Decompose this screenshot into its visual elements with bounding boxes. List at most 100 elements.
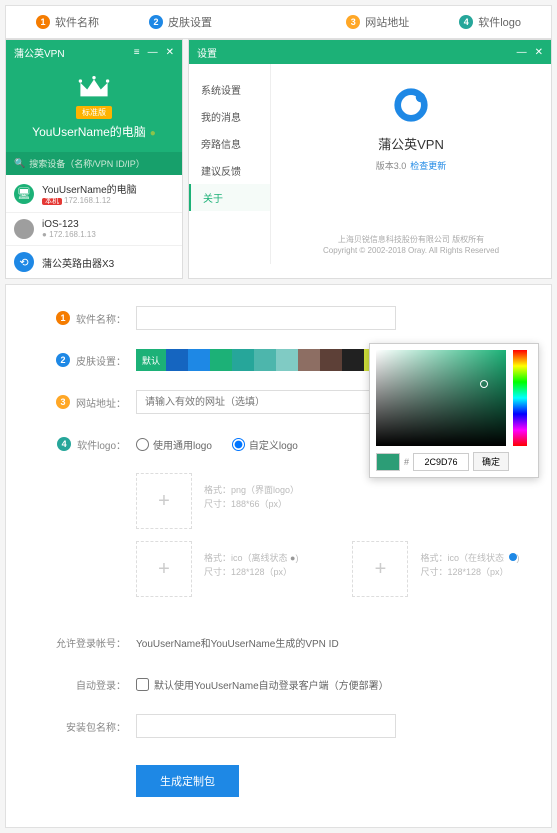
window-title: 蒲公英VPN [14, 45, 65, 60]
online-dot-icon [509, 553, 517, 561]
legend-label: 软件logo [478, 14, 521, 30]
window-title: 设置 [197, 45, 217, 60]
offline-dot-icon: ● [290, 553, 295, 563]
swatch[interactable] [320, 349, 342, 371]
software-name-input[interactable] [136, 306, 396, 330]
num-1-icon: 1 [36, 15, 50, 29]
row-allow-account: 允许登录帐号： YouUserName和YouUserName生成的VPN ID [36, 629, 521, 655]
generate-package-button[interactable]: 生成定制包 [136, 765, 239, 797]
legend-item-3: 3 网站地址 [346, 14, 409, 30]
device-name: 蒲公英路由器X3 [42, 255, 114, 270]
minimize-icon[interactable]: — [148, 47, 158, 58]
swatch-default[interactable]: 默认 [136, 349, 166, 371]
settings-window: 设置 — ✕ 系统设置 我的消息 旁路信息 建议反馈 关于 蒲公英VPN 版本3… [188, 39, 552, 279]
menu-icon[interactable]: ≡ [134, 47, 140, 58]
legend-item-4: 4 软件logo [459, 14, 521, 30]
picker-confirm-button[interactable]: 确定 [473, 452, 509, 471]
row-software-name: 1软件名称： [36, 305, 521, 331]
device-ios-icon [14, 219, 34, 239]
num-1-icon: 1 [56, 311, 70, 325]
upload-offline-hint: 格式：ico（离线状态 ●)尺寸：128*128（px） [204, 541, 298, 597]
device-ip: ● 172.168.1.13 [42, 230, 96, 239]
vpn-main-window: 蒲公英VPN ≡ — ✕ 标准版 YouUserName的电脑● 🔍 搜索设备（… [5, 39, 183, 279]
menu-item-about[interactable]: 关于 [189, 184, 270, 211]
swatch[interactable] [166, 349, 188, 371]
swatch[interactable] [188, 349, 210, 371]
device-name: YouUserName的电脑 [42, 181, 137, 196]
menu-item-messages[interactable]: 我的消息 [189, 103, 270, 130]
num-2-icon: 2 [56, 353, 70, 367]
legend-label: 网站地址 [365, 14, 409, 30]
upload-ico-offline[interactable]: + [136, 541, 192, 597]
row-auto-login: 自动登录： 默认使用YouUserName自动登录客户端（方便部署） [36, 671, 521, 697]
swatch[interactable] [210, 349, 232, 371]
saturation-field[interactable] [376, 350, 506, 446]
legend-label: 软件名称 [55, 14, 99, 30]
legend-item-1: 1 软件名称 [36, 14, 99, 30]
customize-form: 1软件名称： 2皮肤设置： 默认 3网站地址： [5, 284, 552, 828]
swatch[interactable] [232, 349, 254, 371]
hex-input[interactable] [413, 453, 469, 471]
window-controls: ≡ — ✕ [134, 47, 174, 58]
upload-png[interactable]: + [136, 473, 192, 529]
swatch[interactable] [298, 349, 320, 371]
num-3-icon: 3 [56, 395, 70, 409]
current-color-swatch [376, 453, 400, 471]
window-controls: — ✕ [517, 47, 543, 58]
swatch[interactable] [254, 349, 276, 371]
menu-item-system[interactable]: 系统设置 [189, 76, 270, 103]
minimize-icon[interactable]: — [517, 47, 527, 58]
legend-item-2: 2 皮肤设置 [149, 14, 212, 30]
search-icon: 🔍 [14, 158, 25, 169]
radio-custom-logo[interactable]: 自定义logo [232, 437, 298, 452]
edition-badge: 标准版 [76, 106, 112, 119]
app-name: 蒲公英VPN [281, 134, 541, 153]
website-url-input[interactable] [136, 390, 396, 414]
radio-generic-logo[interactable]: 使用通用logo [136, 437, 212, 452]
device-pc-icon: 🖥 [14, 184, 34, 204]
device-row[interactable]: 🖥 YouUserName的电脑 本机172.168.1.12 [6, 175, 182, 213]
app-logo-icon [392, 86, 430, 124]
version-line: 版本3.0检查更新 [281, 159, 541, 172]
upload-ico-online[interactable]: + [352, 541, 408, 597]
num-3-icon: 3 [346, 15, 360, 29]
device-name: iOS-123 [42, 219, 96, 230]
close-icon[interactable]: ✕ [535, 47, 543, 58]
swatch[interactable] [276, 349, 298, 371]
check-update-link[interactable]: 检查更新 [410, 161, 446, 171]
auto-login-checkbox[interactable] [136, 678, 149, 691]
menu-item-feedback[interactable]: 建议反馈 [189, 157, 270, 184]
hero-panel: 标准版 YouUserName的电脑● [6, 64, 182, 152]
picker-cursor-icon [480, 380, 488, 388]
hue-slider[interactable] [513, 350, 527, 446]
crown-icon [77, 74, 111, 100]
close-icon[interactable]: ✕ [166, 47, 174, 58]
search-placeholder: 搜索设备（名称/VPN ID/IP） [29, 157, 145, 170]
row-package-name: 安装包名称： [36, 713, 521, 739]
menu-item-bypass[interactable]: 旁路信息 [189, 130, 270, 157]
legend-label: 皮肤设置 [168, 14, 212, 30]
online-dot-icon: ● [150, 128, 156, 139]
legend-bar: 1 软件名称 2 皮肤设置 3 网站地址 4 软件logo [5, 5, 552, 39]
num-2-icon: 2 [149, 15, 163, 29]
color-picker-popup: # 确定 [369, 343, 539, 478]
titlebar: 设置 — ✕ [189, 40, 551, 64]
self-pill: 本机 [42, 198, 62, 205]
copyright: 上海贝锐信息科技股份有限公司 版权所有 Copyright © 2002-201… [271, 234, 551, 256]
about-panel: 蒲公英VPN 版本3.0检查更新 上海贝锐信息科技股份有限公司 版权所有 Cop… [271, 64, 551, 264]
upload-png-hint: 格式：png（界面logo）尺寸：188*66（px） [204, 473, 299, 529]
upload-online-hint: 格式：ico（在线状态 )尺寸：128*128（px） [420, 541, 519, 597]
device-ip: 本机172.168.1.12 [42, 196, 137, 206]
num-4-icon: 4 [459, 15, 473, 29]
allowed-account-value: YouUserName和YouUserName生成的VPN ID [136, 635, 521, 650]
titlebar: 蒲公英VPN ≡ — ✕ [6, 40, 182, 64]
package-name-input[interactable] [136, 714, 396, 738]
search-bar[interactable]: 🔍 搜索设备（名称/VPN ID/IP） [6, 152, 182, 175]
device-row[interactable]: iOS-123 ● 172.168.1.13 [6, 213, 182, 246]
swatch[interactable] [342, 349, 364, 371]
device-router-icon: ⟲ [14, 252, 34, 272]
settings-menu: 系统设置 我的消息 旁路信息 建议反馈 关于 [189, 64, 271, 264]
num-4-icon: 4 [57, 437, 71, 451]
device-row[interactable]: ⟲ 蒲公英路由器X3 [6, 246, 182, 278]
device-name: YouUserName的电脑● [6, 123, 182, 140]
